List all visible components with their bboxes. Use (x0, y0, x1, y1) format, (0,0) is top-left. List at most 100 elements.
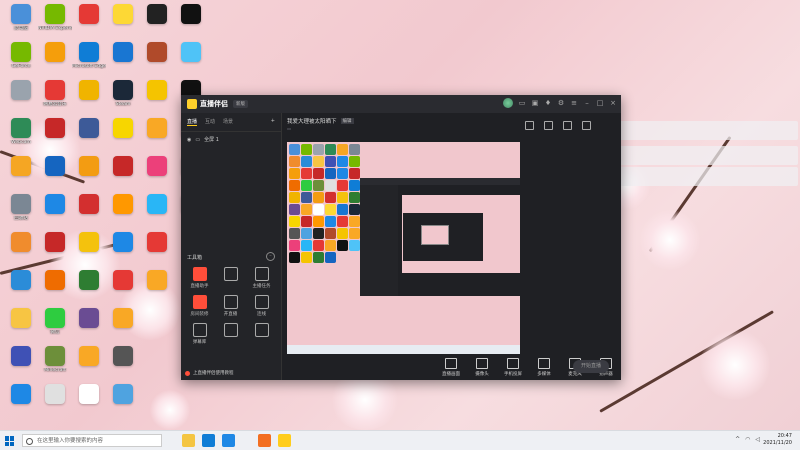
version-badge[interactable]: 新版 (233, 100, 248, 108)
desktop-icon[interactable] (106, 4, 140, 42)
tool-item[interactable] (215, 267, 246, 289)
app-orange-icon[interactable] (258, 434, 271, 447)
desktop-icon[interactable] (38, 156, 72, 194)
add-scene-icon[interactable]: + (271, 118, 275, 126)
scene-item[interactable]: ◉ ▭ 全屏 1 (181, 132, 281, 147)
tab-interact[interactable]: 互动 (205, 118, 215, 126)
desktop-icon[interactable] (174, 4, 208, 42)
eye-icon[interactable]: ◉ (187, 137, 191, 143)
tab-scene[interactable]: 场景 (223, 118, 233, 126)
desktop-icon[interactable] (72, 346, 106, 384)
minimize-icon[interactable]: – (583, 99, 591, 107)
desktop-icon[interactable]: 微信 (38, 308, 72, 346)
desktop-icon[interactable]: Steam (106, 80, 140, 118)
desktop-icon[interactable] (4, 232, 38, 270)
volume-icon[interactable]: ◁ (755, 436, 760, 443)
desktop-icon[interactable]: NVIDIA Experience (38, 4, 72, 42)
desktop-icon[interactable] (72, 4, 106, 42)
desktop-icon[interactable]: GeForce (4, 42, 38, 80)
notification-toast[interactable] (593, 167, 798, 186)
desktop-icon[interactable] (140, 232, 174, 270)
tool-item[interactable]: 开直播 (215, 295, 246, 317)
taskbar-clock[interactable]: 20:47 2021/11/20 (763, 433, 792, 447)
control-screen[interactable]: 直播画面 (442, 358, 460, 377)
menu-icon[interactable]: ≡ (570, 99, 578, 107)
app-blue-icon[interactable] (222, 434, 235, 447)
desktop-icon[interactable] (38, 384, 72, 422)
desktop-icon[interactable] (106, 308, 140, 346)
chevron-up-icon[interactable]: ^ (735, 436, 740, 443)
tool-item[interactable] (246, 323, 277, 345)
desktop-icon[interactable] (174, 42, 208, 80)
tab-live[interactable]: 直播 (187, 118, 198, 126)
desktop-icon[interactable] (140, 270, 174, 308)
desktop-icon[interactable] (38, 232, 72, 270)
desktop-icon[interactable]: Webcam (4, 118, 38, 156)
desktop-icon[interactable] (140, 42, 174, 80)
tool-item[interactable]: 房间装修 (184, 295, 215, 317)
shirt-icon[interactable]: ♦ (544, 99, 552, 107)
control-media[interactable]: 多媒体 (535, 358, 553, 377)
desktop-icon[interactable] (106, 232, 140, 270)
control-phone[interactable]: 手机投屏 (504, 358, 522, 377)
settings-icon[interactable]: ⚙ (557, 99, 565, 107)
notification-toast[interactable] (593, 121, 798, 140)
control-camera[interactable]: 摄像头 (473, 358, 491, 377)
edge-icon[interactable] (202, 434, 215, 447)
desktop-icon[interactable] (4, 308, 38, 346)
desktop-icon[interactable] (140, 156, 174, 194)
desktop-icon[interactable] (38, 118, 72, 156)
start-live-button[interactable]: 开始直播 (573, 360, 609, 373)
avatar[interactable] (503, 98, 513, 108)
desktop-icon[interactable]: Minecraft (38, 346, 72, 384)
desktop-icon[interactable] (4, 156, 38, 194)
gift-icon[interactable]: ▣ (531, 99, 539, 107)
desktop-icon[interactable] (72, 232, 106, 270)
stream-preview[interactable] (287, 142, 520, 354)
start-button[interactable] (5, 436, 15, 446)
tool-item[interactable] (215, 323, 246, 345)
tutorial-notice[interactable]: 上直播伴侣使用教程 (185, 370, 234, 376)
desktop-icon[interactable] (4, 270, 38, 308)
desktop-icon[interactable] (140, 4, 174, 42)
notification-toast[interactable] (593, 146, 798, 165)
desktop-icon[interactable] (4, 346, 38, 384)
desktop-icon[interactable] (72, 384, 106, 422)
collapse-icon[interactable]: – (266, 252, 275, 261)
desktop-icon[interactable] (38, 194, 72, 232)
desktop-icon[interactable] (140, 118, 174, 156)
desktop-icon[interactable] (38, 270, 72, 308)
window-titlebar[interactable]: 直播伴侣 新版 ▭ ▣ ♦ ⚙ ≡ – □ × (181, 95, 621, 113)
desktop-icon[interactable] (4, 384, 38, 422)
tool-item[interactable]: 弹幕库 (184, 323, 215, 345)
desktop-icon[interactable] (72, 270, 106, 308)
desktop-icon[interactable] (106, 156, 140, 194)
desktop-icon[interactable] (106, 346, 140, 384)
tool-item[interactable]: 直播助手 (184, 267, 215, 289)
app-live-icon[interactable] (278, 434, 291, 447)
desktop-icon[interactable] (106, 384, 140, 422)
desktop-icon[interactable] (106, 194, 140, 232)
desktop-icon[interactable]: 此电脑 (4, 4, 38, 42)
gift-icon[interactable] (525, 121, 534, 130)
edit-title-button[interactable]: 编辑 (340, 118, 354, 124)
maximize-icon[interactable]: □ (596, 99, 604, 107)
taskbar-search[interactable]: 在这里输入你要搜索的内容 (22, 434, 162, 447)
message-icon[interactable]: ▭ (518, 99, 526, 107)
desktop-icon[interactable] (72, 156, 106, 194)
desktop-icon[interactable] (72, 194, 106, 232)
desktop-icon[interactable] (4, 80, 38, 118)
desktop-icon[interactable] (140, 194, 174, 232)
wifi-icon[interactable]: ◠ (745, 436, 750, 443)
desktop-icon[interactable]: 网易云音乐 (38, 80, 72, 118)
cart-icon[interactable] (544, 121, 553, 130)
desktop-icon[interactable] (72, 308, 106, 346)
desktop-icon[interactable] (106, 270, 140, 308)
tool-item[interactable]: 连线 (246, 295, 277, 317)
desktop-icon[interactable] (72, 118, 106, 156)
desktop-icon[interactable] (106, 118, 140, 156)
desktop-icon[interactable] (140, 80, 174, 118)
close-icon[interactable]: × (609, 99, 617, 107)
desktop-icon[interactable] (38, 42, 72, 80)
tool-item[interactable]: 主播任务 (246, 267, 277, 289)
